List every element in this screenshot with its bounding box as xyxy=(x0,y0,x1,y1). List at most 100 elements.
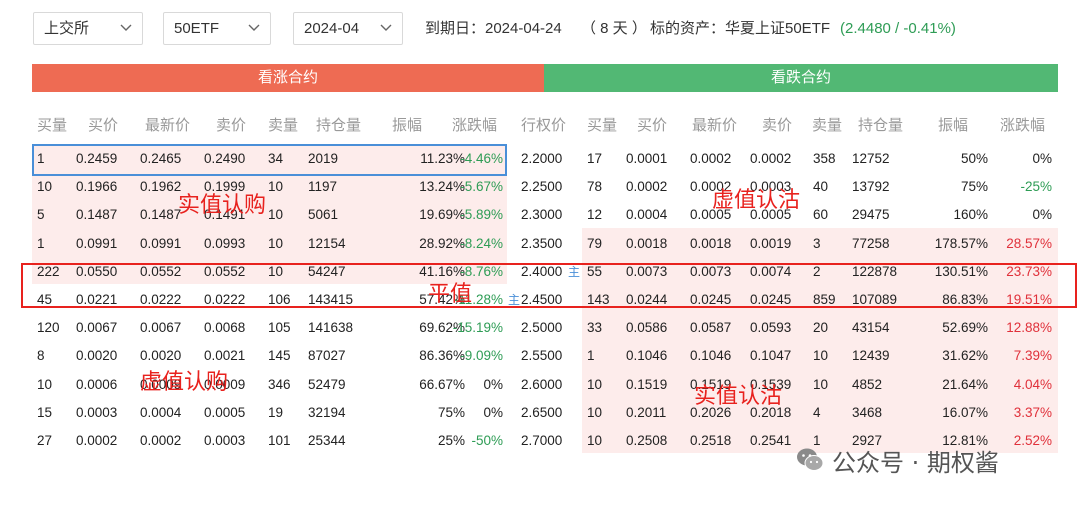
call-cell: -8.24% xyxy=(460,236,503,251)
call-contracts-banner: 看涨合约 xyxy=(32,64,544,92)
put-cell: 0.0587 xyxy=(690,320,732,335)
put-cell: -25% xyxy=(1020,179,1052,194)
call-column-header[interactable]: 卖价 xyxy=(216,114,246,135)
call-cell: 0.0068 xyxy=(204,320,246,335)
put-cell: 52.69% xyxy=(942,320,988,335)
call-cell: 5 xyxy=(37,207,45,222)
expiry-date: 到期日：2024-04-24 xyxy=(425,20,562,37)
put-cell: 31.62% xyxy=(942,348,988,363)
call-cell: 27 xyxy=(37,433,53,448)
call-column-header[interactable]: 振幅 xyxy=(392,114,422,135)
days-remaining: （ 8 天 ） xyxy=(581,20,647,37)
selected-row-highlight xyxy=(32,144,507,176)
call-column-header[interactable]: 涨跌幅 xyxy=(452,114,497,135)
put-cell: 7.39% xyxy=(1013,348,1052,363)
call-cell: 0.0003 xyxy=(76,405,118,420)
put-cell: 60 xyxy=(813,207,829,222)
put-column-header[interactable]: 最新价 xyxy=(692,114,737,135)
put-cell: 0.0002 xyxy=(626,179,668,194)
put-cell: 0.2011 xyxy=(626,405,667,420)
strike-cell: 2.6000 xyxy=(521,377,563,392)
call-cell: 1197 xyxy=(308,179,338,194)
put-cell: 0.0001 xyxy=(626,151,668,166)
put-cell: 79 xyxy=(587,236,603,251)
put-cell: 1 xyxy=(587,348,595,363)
call-cell: 0.0002 xyxy=(76,433,118,448)
put-cell: 0.0018 xyxy=(626,236,668,251)
call-cell: 0% xyxy=(483,405,503,420)
call-cell: 105 xyxy=(268,320,291,335)
put-cell: 12752 xyxy=(852,151,890,166)
put-cell: 0% xyxy=(1032,151,1052,166)
strike-column-header[interactable]: 行权价 xyxy=(521,114,566,135)
put-cell: 178.57% xyxy=(934,236,988,251)
put-column-header[interactable]: 买价 xyxy=(637,114,667,135)
call-cell: -5.67% xyxy=(460,179,503,194)
put-cell: 17 xyxy=(587,151,603,166)
put-cell: 0.0004 xyxy=(626,207,668,222)
put-cell: 50% xyxy=(960,151,988,166)
underlying-price: (2.4480 / -0.41%) xyxy=(840,20,956,37)
call-cell: 101 xyxy=(268,433,291,448)
put-cell: 160% xyxy=(953,207,988,222)
put-cell: 29475 xyxy=(852,207,890,222)
strike-cell: 2.3500 xyxy=(521,236,563,251)
put-cell: 16.07% xyxy=(942,405,988,420)
call-cell: 0.0002 xyxy=(140,433,182,448)
call-column-header[interactable]: 持仓量 xyxy=(316,114,361,135)
call-cell: 0.0067 xyxy=(140,320,182,335)
put-column-header[interactable]: 卖量 xyxy=(812,114,842,135)
put-cell: 10 xyxy=(587,405,603,420)
call-column-header[interactable]: 卖量 xyxy=(268,114,298,135)
put-column-header[interactable]: 振幅 xyxy=(938,114,968,135)
put-column-header[interactable]: 买量 xyxy=(587,114,617,135)
put-cell: 0.0593 xyxy=(750,320,792,335)
put-cell: 21.64% xyxy=(942,377,988,392)
call-cell: 0.0067 xyxy=(76,320,118,335)
month-select[interactable]: 2024-04 xyxy=(293,12,403,45)
chevron-down-icon xyxy=(380,24,392,31)
call-cell: 8 xyxy=(37,348,45,363)
strike-cell: 2.5000 xyxy=(521,320,563,335)
atm-highlight-box xyxy=(21,263,1077,308)
call-cell: 0.1487 xyxy=(76,207,118,222)
call-column-header[interactable]: 买价 xyxy=(88,114,118,135)
put-cell: 4.04% xyxy=(1013,377,1052,392)
put-cell: 3 xyxy=(813,236,821,251)
put-cell: 4852 xyxy=(852,377,883,392)
put-column-header[interactable]: 持仓量 xyxy=(858,114,903,135)
chevron-down-icon xyxy=(248,24,260,31)
put-cell: 3.37% xyxy=(1013,405,1052,420)
strike-cell: 2.6500 xyxy=(521,405,563,420)
call-cell: 0% xyxy=(483,377,503,392)
put-contracts-banner: 看跌合约 xyxy=(544,64,1058,92)
call-cell: 12154 xyxy=(308,236,346,251)
put-cell: 28.57% xyxy=(1006,236,1052,251)
call-cell: 10 xyxy=(268,236,284,251)
call-column-header[interactable]: 买量 xyxy=(37,114,67,135)
exchange-select[interactable]: 上交所 xyxy=(33,12,143,45)
call-cell: -9.09% xyxy=(460,348,503,363)
put-cell: 0.0002 xyxy=(750,151,792,166)
underlying-asset: 标的资产：华夏上证50ETF xyxy=(650,20,831,37)
call-column-header[interactable]: 最新价 xyxy=(145,114,190,135)
call-otm-annotation: 虚值认购 xyxy=(140,370,229,395)
put-column-header[interactable]: 涨跌幅 xyxy=(1000,114,1045,135)
underlying-select[interactable]: 50ETF xyxy=(163,12,271,45)
put-cell: 0.0586 xyxy=(626,320,668,335)
call-cell: 0.0003 xyxy=(204,433,246,448)
put-cell: 12.88% xyxy=(1006,320,1052,335)
strike-cell: 2.3000 xyxy=(521,207,563,222)
watermark-text: 公众号 · 期权酱 xyxy=(832,449,999,477)
put-cell: 43154 xyxy=(852,320,890,335)
put-cell: 10 xyxy=(587,433,603,448)
put-itm-annotation: 实值认沽 xyxy=(694,384,783,409)
put-cell: 0.0018 xyxy=(690,236,732,251)
put-cell: 12439 xyxy=(852,348,890,363)
call-cell: 10 xyxy=(37,377,53,392)
put-column-header[interactable]: 卖价 xyxy=(762,114,792,135)
call-cell: -50% xyxy=(471,433,503,448)
call-cell: 52479 xyxy=(308,377,346,392)
call-cell: 25344 xyxy=(308,433,346,448)
put-cell: 2.52% xyxy=(1013,433,1052,448)
